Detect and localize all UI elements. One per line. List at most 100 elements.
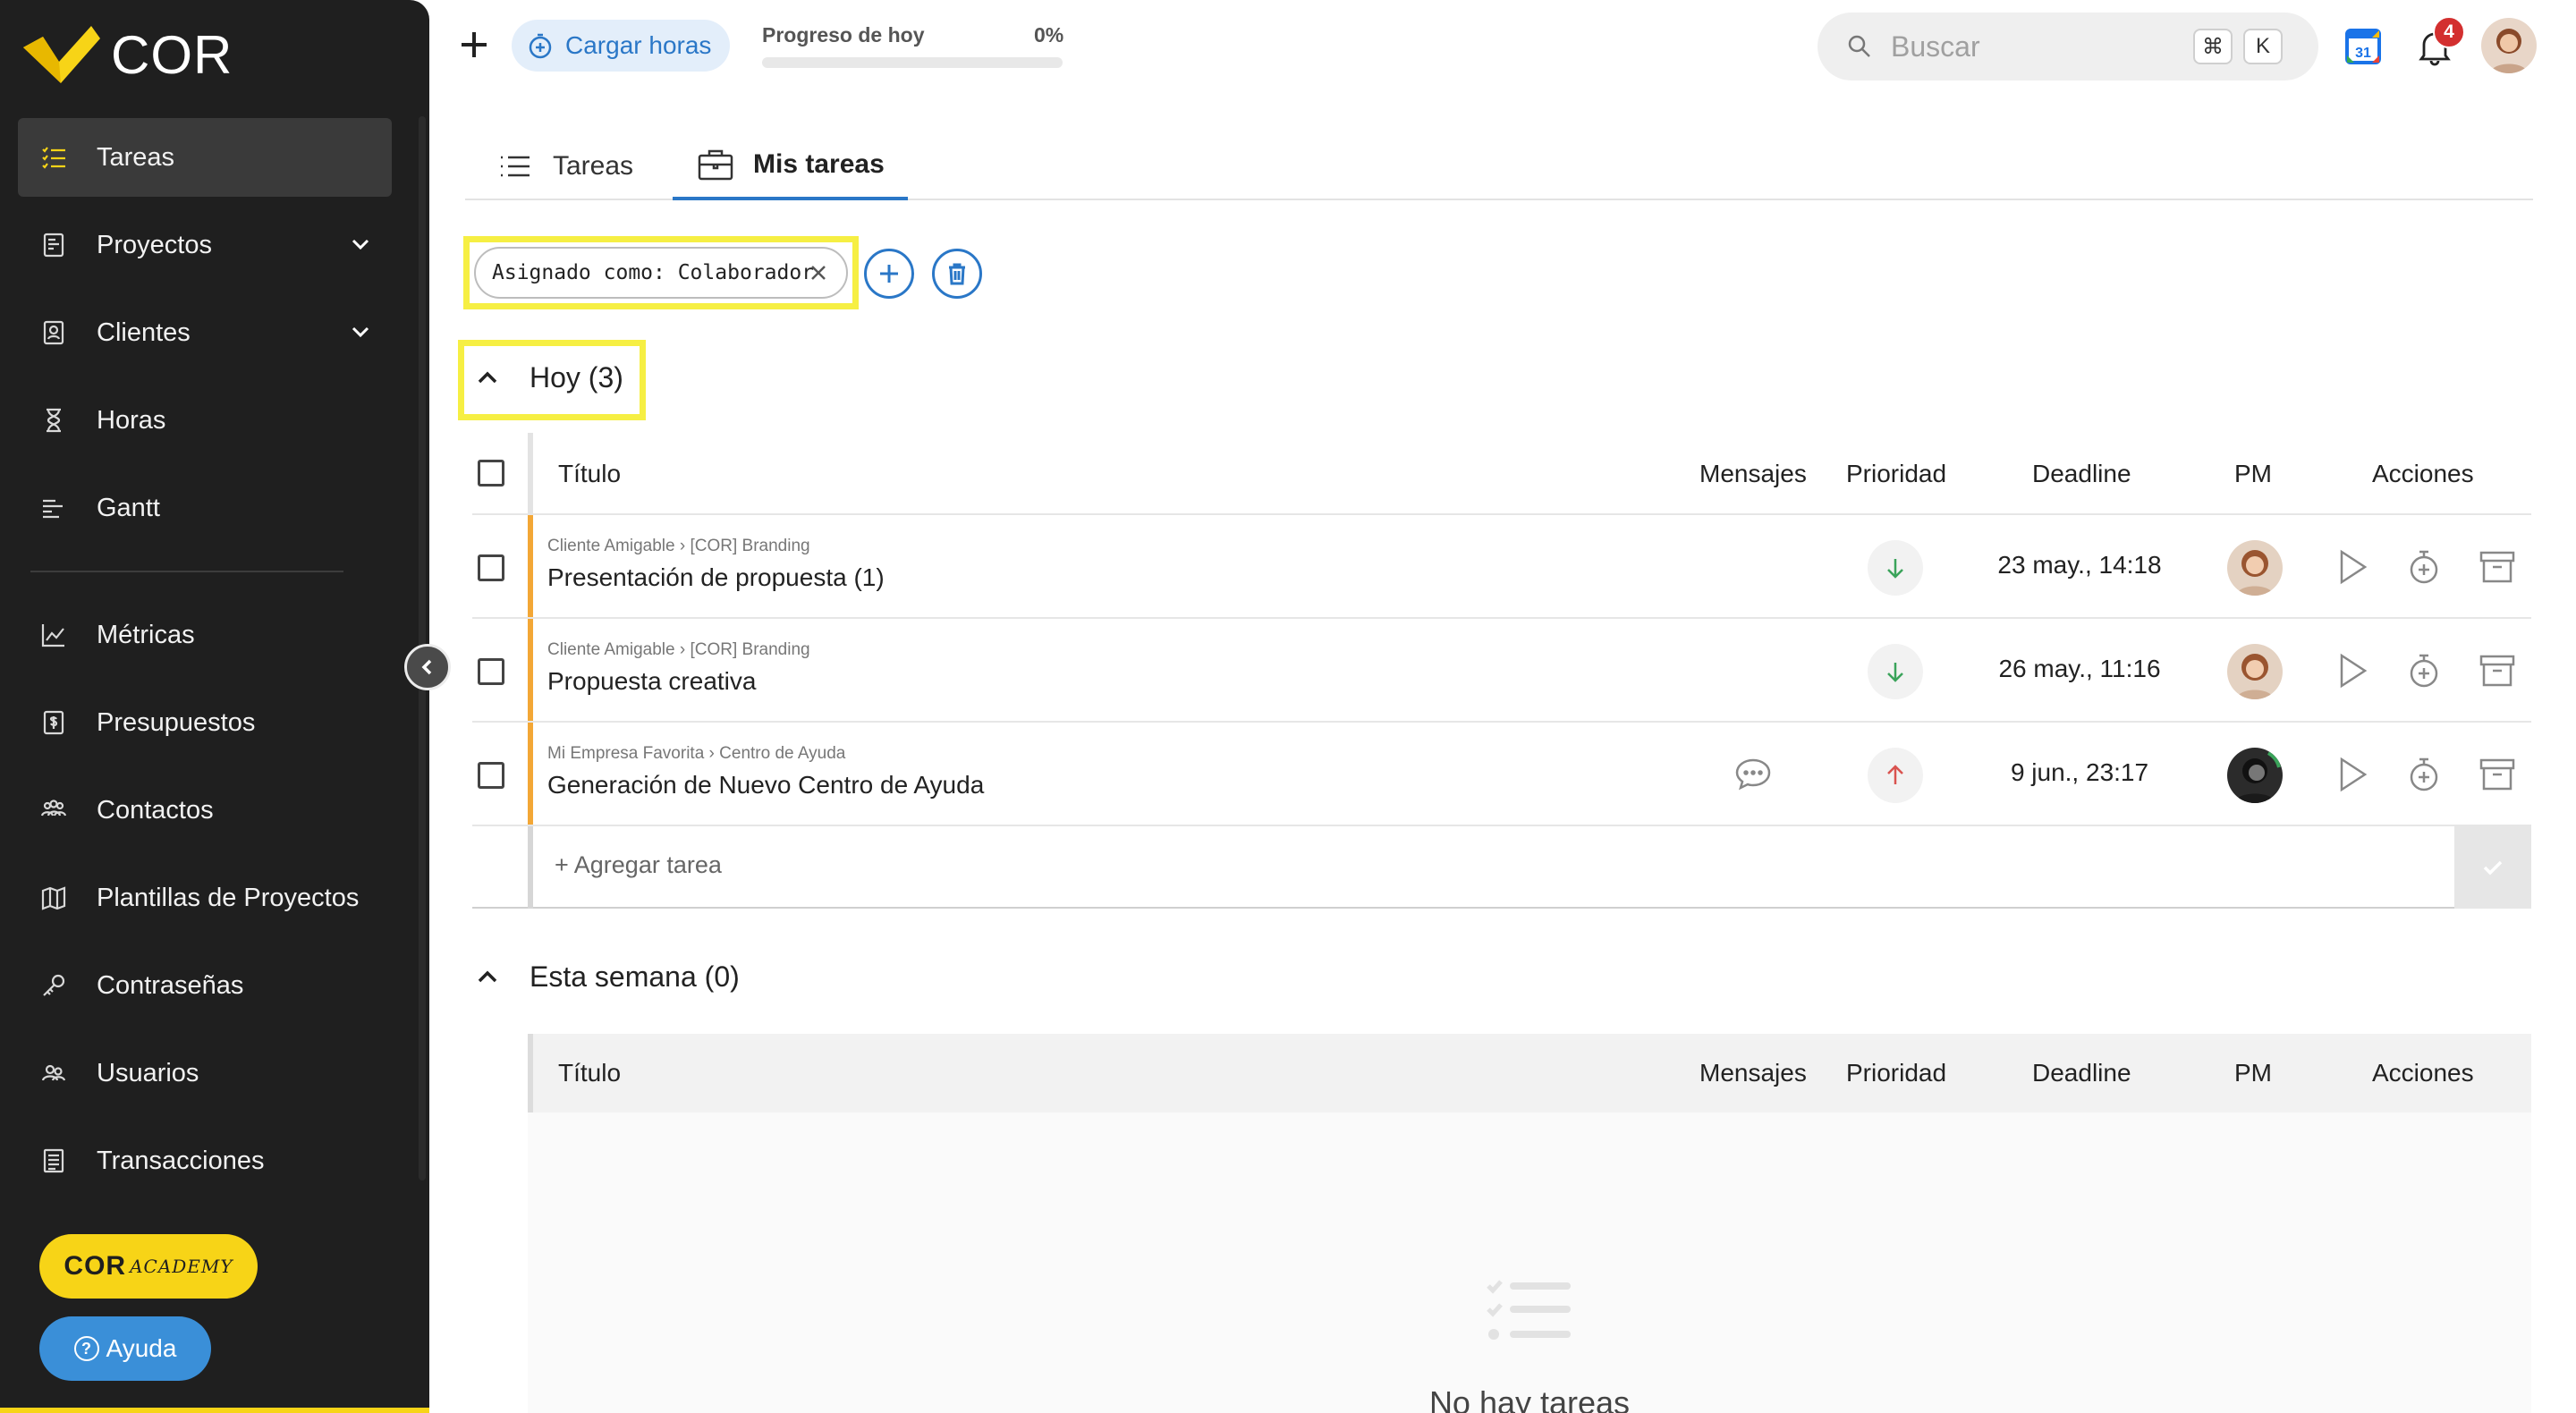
row-checkbox[interactable]: [478, 554, 504, 581]
cargar-horas-button[interactable]: Cargar horas: [512, 20, 730, 72]
col-actions: Acciones: [2372, 460, 2474, 487]
help-button[interactable]: ? Ayuda: [39, 1316, 211, 1381]
table-header: Título Mensajes Prioridad Deadline PM Ac…: [472, 433, 2531, 513]
priority-low-icon[interactable]: [1868, 644, 1923, 699]
tab-mis-tareas[interactable]: Mis tareas: [673, 132, 908, 200]
priority-low-icon[interactable]: [1868, 540, 1923, 596]
header-divider: [528, 433, 533, 513]
col-pm[interactable]: PM: [2234, 1059, 2272, 1087]
message-bubble-icon[interactable]: [1733, 755, 1773, 794]
filter-chip-label: Asignado como: Colaborador: [492, 261, 815, 284]
check-icon: [2483, 860, 2503, 876]
priority-high-icon[interactable]: [1868, 748, 1923, 803]
col-messages[interactable]: Mensajes: [1699, 460, 1807, 488]
play-icon[interactable]: [2333, 755, 2372, 794]
empty-message: No hay tareas: [1428, 1384, 1631, 1413]
collapse-sidebar-button[interactable]: [404, 644, 451, 690]
chart-icon: [38, 619, 70, 651]
sidebar-item-metricas[interactable]: Métricas: [18, 596, 392, 674]
task-deadline[interactable]: 26 may., 11:16: [1968, 655, 2191, 683]
cor-logo[interactable]: COR: [23, 23, 233, 86]
sidebar-item-label: Proyectos: [97, 230, 212, 259]
cor-academy-button[interactable]: COR ACADEMY: [39, 1234, 258, 1299]
clear-filters-button[interactable]: [932, 249, 982, 299]
gantt-icon: [38, 492, 70, 524]
play-icon[interactable]: [2333, 651, 2372, 690]
cor-checkmark-logo-icon: [23, 26, 100, 83]
sidebar-item-presupuestos[interactable]: Presupuestos: [18, 683, 392, 762]
sidebar-item-tareas[interactable]: Tareas: [18, 118, 392, 197]
chevron-down-icon[interactable]: [349, 320, 372, 343]
add-timer-icon[interactable]: [2404, 755, 2444, 794]
task-title[interactable]: Presentación de propuesta (1): [547, 563, 885, 592]
task-breadcrumb[interactable]: Cliente Amigable › [COR] Branding: [547, 537, 810, 556]
section-header-week[interactable]: Esta semana (0): [476, 960, 740, 994]
task-breadcrumb[interactable]: Cliente Amigable › [COR] Branding: [547, 640, 810, 660]
sidebar-item-plantillas[interactable]: Plantillas de Proyectos: [18, 859, 392, 937]
filter-chip[interactable]: Asignado como: Colaborador: [474, 247, 848, 299]
col-deadline[interactable]: Deadline: [2032, 460, 2131, 488]
archive-icon[interactable]: [2478, 651, 2517, 690]
add-filter-button[interactable]: [864, 249, 914, 299]
sidebar-item-clientes[interactable]: Clientes: [18, 293, 392, 372]
sidebar-item-label: Gantt: [97, 493, 160, 522]
sidebar-item-transacciones[interactable]: Transacciones: [18, 1121, 392, 1200]
col-messages[interactable]: Mensajes: [1699, 1059, 1807, 1087]
task-title[interactable]: Propuesta creativa: [547, 667, 756, 696]
sidebar-item-label: Tareas: [97, 142, 175, 172]
pm-avatar[interactable]: [2227, 748, 2283, 803]
task-breadcrumb[interactable]: Mi Empresa Favorita › Centro de Ayuda: [547, 744, 845, 764]
tab-tareas[interactable]: Tareas: [496, 132, 633, 200]
add-timer-icon[interactable]: [2404, 651, 2444, 690]
confirm-add-button[interactable]: [2454, 826, 2531, 909]
play-icon[interactable]: [2333, 547, 2372, 587]
row-checkbox[interactable]: [478, 762, 504, 789]
tasks-table-today: Título Mensajes Prioridad Deadline PM Ac…: [472, 433, 2531, 909]
task-title[interactable]: Generación de Nuevo Centro de Ayuda: [547, 771, 984, 800]
col-title[interactable]: Título: [558, 460, 621, 488]
sidebar-item-contrasenas[interactable]: Contraseñas: [18, 946, 392, 1025]
user-avatar[interactable]: [2481, 18, 2537, 73]
progress-label: Progreso de hoy: [762, 23, 925, 47]
section-title: Hoy (3): [530, 361, 623, 393]
sidebar-divider: [30, 571, 343, 572]
create-button[interactable]: [456, 27, 492, 63]
col-pm[interactable]: PM: [2234, 460, 2272, 488]
select-all-checkbox[interactable]: [478, 460, 504, 487]
sidebar-item-usuarios[interactable]: Usuarios: [18, 1034, 392, 1113]
search-box[interactable]: ⌘ K: [1818, 13, 2318, 80]
col-priority[interactable]: Prioridad: [1846, 460, 1946, 488]
progress-percent: 0%: [1034, 23, 1064, 47]
pm-avatar[interactable]: [2227, 644, 2283, 699]
pm-avatar[interactable]: [2227, 540, 2283, 596]
close-icon[interactable]: [807, 261, 830, 284]
search-input[interactable]: [1891, 30, 2159, 63]
table-row[interactable]: Mi Empresa Favorita › Centro de Ayuda Ge…: [472, 721, 2531, 826]
archive-icon[interactable]: [2478, 547, 2517, 587]
add-timer-icon[interactable]: [2404, 547, 2444, 587]
add-timer-icon: [529, 33, 552, 59]
add-task-input[interactable]: [555, 851, 1986, 879]
table-row[interactable]: Cliente Amigable › [COR] Branding Presen…: [472, 513, 2531, 619]
col-title[interactable]: Título: [558, 1059, 621, 1087]
col-priority[interactable]: Prioridad: [1846, 1059, 1946, 1087]
sidebar-item-proyectos[interactable]: Proyectos: [18, 206, 392, 284]
sidebar-item-gantt[interactable]: Gantt: [18, 469, 392, 547]
task-deadline[interactable]: 9 jun., 23:17: [1968, 758, 2191, 787]
sidebar-item-contactos[interactable]: Contactos: [18, 771, 392, 850]
users-icon: [38, 1057, 70, 1089]
section-header-today[interactable]: Hoy (3): [476, 361, 623, 394]
archive-icon[interactable]: [2478, 755, 2517, 794]
table-row[interactable]: Cliente Amigable › [COR] Branding Propue…: [472, 617, 2531, 723]
brand-name: COR: [111, 24, 233, 85]
chevron-down-icon[interactable]: [349, 233, 372, 256]
notification-badge: 4: [2433, 16, 2465, 48]
sidebar-item-horas[interactable]: Horas: [18, 381, 392, 460]
row-checkbox[interactable]: [478, 658, 504, 685]
col-deadline[interactable]: Deadline: [2032, 1059, 2131, 1087]
people-icon: [38, 794, 70, 826]
cargar-horas-label: Cargar horas: [565, 31, 712, 59]
task-deadline[interactable]: 23 may., 14:18: [1968, 551, 2191, 580]
google-calendar-icon[interactable]: 31: [2345, 29, 2381, 64]
list-icon: [501, 156, 530, 177]
